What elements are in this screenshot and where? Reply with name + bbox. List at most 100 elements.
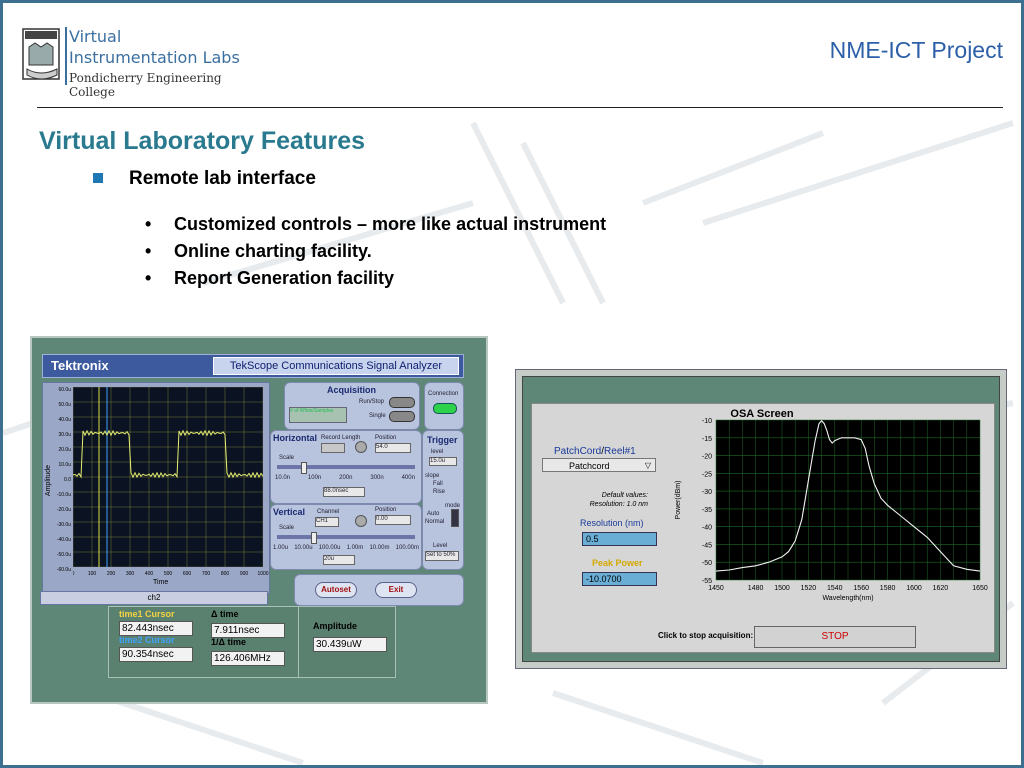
h-scale-slider[interactable] — [277, 465, 415, 469]
osa-y-tick: -15 — [702, 436, 712, 443]
osa-y-tick: -40 — [702, 525, 712, 532]
v-position-field[interactable]: 0.00 — [375, 515, 411, 525]
scope-y-tick: 60.0u — [58, 387, 71, 393]
run-stop-label: Run/Stop — [359, 399, 385, 405]
samples-indicator: # of Wfms/Samples — [289, 407, 347, 423]
scope-y-tick: -50.0u — [57, 552, 71, 558]
osa-spectrum-chart: -10 -15 -20 -25 -30 -35 -40 -45 -50 -551450 1480 15… — [675, 418, 988, 602]
scope-y-tick: -30.0u — [57, 522, 71, 528]
scope-y-tick: 0.0 — [64, 477, 71, 483]
bullet-main: Remote lab interface — [129, 168, 316, 189]
single-label: Single — [369, 413, 386, 419]
v-position-knob-icon[interactable] — [355, 515, 367, 527]
amplitude-label: Amplitude — [313, 621, 357, 631]
scope-x-tick: 400 — [145, 571, 154, 577]
dropdown-arrow-icon: ▽ — [644, 461, 651, 470]
osa-y-tick: -20 — [702, 454, 712, 461]
connection-group: Connection — [424, 382, 464, 430]
time2-cursor-label: time2 Cursor — [119, 635, 175, 645]
osa-x-tick: 1580 — [880, 585, 896, 592]
osa-x-tick: 1620 — [933, 585, 949, 592]
osa-y-tick: -35 — [702, 507, 712, 514]
h-scale-thumb[interactable] — [301, 462, 307, 474]
time1-cursor-label: time1 Cursor — [119, 609, 175, 619]
scope-x-tick: 500 — [164, 571, 173, 577]
osa-y-tick: -50 — [702, 560, 712, 567]
scope-waveform — [72, 386, 264, 568]
crest-icon — [22, 28, 60, 80]
scope-y-tick: 40.0u — [58, 417, 71, 423]
channel-select[interactable]: ch2 — [40, 591, 268, 605]
slope-fall[interactable]: Fall — [433, 481, 443, 487]
tek-title: TekScope Communications Signal Analyzer — [213, 357, 459, 375]
position-knob-icon[interactable] — [355, 441, 367, 453]
tek-header: Tektronix TekScope Communications Signal… — [42, 354, 464, 378]
stop-label: Click to stop acquisition: — [658, 631, 754, 640]
scope-y-tick: 10.0u — [58, 462, 71, 468]
default-resolution: Resolution: 1.0 nm — [589, 501, 648, 508]
osa-y-tick: -30 — [702, 489, 712, 496]
osa-y-tick: -45 — [702, 542, 712, 549]
resolution-input[interactable]: 0.5 — [582, 532, 657, 546]
scope-x-tick: 1000 — [257, 571, 268, 577]
h-position-field[interactable]: 54.0 — [375, 443, 411, 453]
horizontal-label: Horizontal — [273, 433, 317, 443]
trigger-group: Trigger level 15.0u slope Fall Rise mode… — [422, 430, 464, 570]
osa-y-tick: -25 — [702, 471, 712, 478]
acquisition-label: Acquisition — [327, 385, 376, 395]
scope-x-tick: 200 — [107, 571, 116, 577]
scope-plot — [72, 386, 264, 568]
header-rule — [37, 107, 1003, 108]
set-50-button[interactable]: Set to 50% — [425, 551, 459, 561]
record-length-field[interactable] — [321, 443, 345, 453]
slope-rise[interactable]: Rise — [433, 489, 445, 495]
connection-label: Connection — [428, 391, 459, 397]
tek-logo: Tektronix — [51, 358, 109, 373]
h-position-label: Position — [375, 435, 397, 441]
channel-label: Channel — [317, 509, 340, 515]
record-length-label: Record Length — [321, 435, 361, 441]
v-scale-slider[interactable] — [277, 535, 415, 539]
v-scale-value[interactable]: 20u — [323, 555, 355, 565]
osa-inner: OSA Screen PatchCord/Reel#1 Patchcord ▽ D… — [522, 376, 1000, 662]
channel-field[interactable]: CH1 — [315, 517, 339, 527]
scope-x-tick: 300 — [126, 571, 135, 577]
h-scale-label: Scale — [279, 455, 295, 461]
osa-y-tick: -55 — [702, 578, 712, 585]
mode-switch[interactable] — [451, 509, 459, 527]
level-label: Level — [433, 543, 448, 549]
v-scale-label: Scale — [279, 525, 295, 531]
osa-x-tick: 1500 — [774, 585, 790, 592]
trigger-level-field[interactable]: 15.0u — [429, 457, 457, 466]
single-toggle[interactable] — [389, 411, 415, 422]
scope-x-tick: 100 — [88, 571, 97, 577]
peak-power-label: Peak Power — [592, 558, 643, 568]
logo-divider — [65, 27, 67, 85]
osa-x-tick: 1600 — [906, 585, 922, 592]
scope-y-tick: -40.0u — [57, 537, 71, 543]
stop-button[interactable]: STOP — [754, 626, 916, 648]
trigger-level-label: level — [431, 449, 444, 455]
patchcord-select[interactable]: Patchcord ▽ — [542, 458, 656, 472]
h-scale-value[interactable]: 88.0nsec — [323, 487, 365, 497]
v-scale-thumb[interactable] — [311, 532, 317, 544]
scope-y-tick: -10.0u — [57, 492, 71, 498]
osa-x-tick: 1480 — [748, 585, 764, 592]
mode-auto[interactable]: Auto — [427, 511, 439, 517]
exit-button[interactable]: Exit — [375, 582, 417, 598]
tekscope-panel: Tektronix TekScope Communications Signal… — [30, 336, 488, 704]
mode-normal[interactable]: Normal — [425, 519, 444, 525]
osa-x-tick: 1650 — [972, 585, 988, 592]
peak-power-value: -10.0700 — [582, 572, 657, 586]
trigger-label: Trigger — [427, 435, 458, 445]
scope-y-tick: 50.0u — [58, 402, 71, 408]
autoset-button[interactable]: Autoset — [315, 582, 357, 598]
delta-time-value: 7.911nsec — [211, 623, 285, 638]
cursor-readouts: time1 Cursor 82.443nsec time2 Cursor 90.… — [108, 606, 300, 678]
scope-x-tick: 600 — [183, 571, 192, 577]
v-position-label: Position — [375, 507, 397, 513]
bullet-square-icon — [93, 173, 103, 183]
vertical-group: Vertical Channel CH1 Position 0.00 Scale… — [270, 504, 422, 570]
run-stop-toggle[interactable] — [389, 397, 415, 408]
scope-x-ticks: 0 100 200 300 400 500 600 700 800 900 1000 — [73, 571, 269, 577]
